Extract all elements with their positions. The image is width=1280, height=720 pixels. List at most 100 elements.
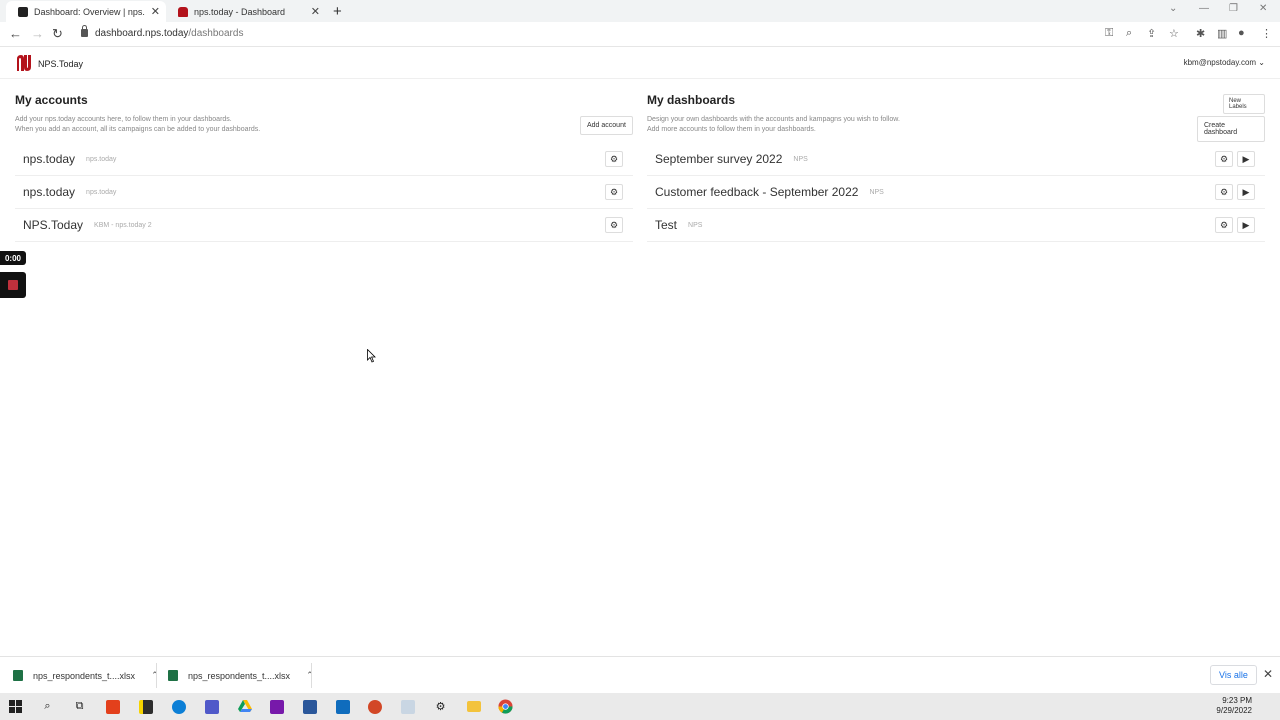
word-icon[interactable] (301, 698, 318, 715)
logo-text[interactable]: NPS.Today (38, 59, 83, 69)
sticky-notes-icon[interactable] (137, 698, 154, 715)
downloads-bar: nps_respondents_t....xlsx ⌃ nps_responde… (0, 656, 1280, 693)
more-menu-icon[interactable]: ⋮ (1261, 27, 1272, 40)
account-settings-gear-icon[interactable]: ⚙ (605, 217, 623, 233)
back-arrow-icon[interactable]: ← (9, 26, 22, 41)
file-explorer-icon[interactable] (465, 698, 482, 715)
accounts-description-line: When you add an account, all its campaig… (15, 126, 261, 133)
download-item[interactable]: nps_respondents_t....xlsx ⌃ (13, 657, 159, 694)
dashboard-name: Test (655, 218, 678, 232)
browser-tab-dashboard[interactable]: nps.today - Dashboard ✕ (166, 1, 326, 22)
dashboard-play-icon[interactable]: ▶ (1237, 217, 1255, 233)
tab-search-chevron-icon[interactable]: ⌄ (1169, 3, 1177, 14)
account-row[interactable]: nps.today nps.today ⚙ (15, 143, 633, 176)
account-sub: nps.today (86, 188, 117, 196)
forward-arrow-icon[interactable]: → (31, 26, 44, 41)
teams-icon[interactable] (203, 698, 220, 715)
accounts-panel: My accounts Add your nps.today accounts … (15, 93, 633, 242)
profile-avatar-icon[interactable]: ● (1238, 27, 1245, 39)
address-bar[interactable]: dashboard.nps.today/dashboards (95, 28, 243, 39)
create-dashboard-button[interactable]: Create dashboard (1197, 116, 1265, 142)
dashboards-description-line: Add more accounts to follow them in your… (647, 126, 816, 133)
settings-gear-icon[interactable]: ⚙ (432, 698, 449, 715)
chevron-up-icon[interactable]: ⌃ (151, 670, 159, 681)
account-row[interactable]: nps.today nps.today ⚙ (15, 176, 633, 209)
download-item[interactable]: nps_respondents_t....xlsx ⌃ (168, 657, 314, 694)
edge-browser-icon[interactable] (170, 698, 187, 715)
system-clock[interactable]: 9:23 PM 9/29/2022 (1216, 696, 1252, 716)
zoom-icon[interactable]: ⌕ (1126, 27, 1132, 40)
download-filename: nps_respondents_t....xlsx (188, 670, 291, 681)
excel-file-icon (13, 670, 23, 681)
account-settings-gear-icon[interactable]: ⚙ (605, 151, 623, 167)
new-tab-plus-icon[interactable]: + (333, 3, 342, 20)
stop-recording-button[interactable] (0, 272, 26, 298)
excel-file-icon (168, 670, 178, 681)
share-icon[interactable]: ⇪ (1147, 27, 1156, 40)
dashboard-settings-gear-icon[interactable]: ⚙ (1215, 217, 1233, 233)
clock-time: 9:23 PM (1222, 696, 1252, 705)
recording-timer: 0:00 (0, 251, 26, 265)
office-icon[interactable] (104, 698, 121, 715)
url-path: /dashboards (188, 28, 244, 39)
google-drive-icon[interactable] (236, 698, 253, 715)
dashboard-play-icon[interactable]: ▶ (1237, 184, 1255, 200)
bookmark-star-icon[interactable]: ☆ (1169, 27, 1179, 40)
divider (156, 663, 157, 688)
nps-logo-icon[interactable] (15, 54, 33, 72)
close-window-icon[interactable]: ✕ (1259, 3, 1267, 14)
dashboard-row[interactable]: Test NPS ⚙ ▶ (647, 209, 1265, 242)
add-account-button[interactable]: Add account (580, 116, 633, 135)
accounts-description: Add your nps.today accounts here, to fol… (15, 115, 435, 135)
task-view-icon[interactable]: ⧉ (71, 698, 88, 715)
windows-start-icon[interactable] (7, 698, 24, 715)
account-settings-gear-icon[interactable]: ⚙ (605, 184, 623, 200)
dashboard-settings-gear-icon[interactable]: ⚙ (1215, 184, 1233, 200)
url-host: dashboard.nps.today (95, 28, 189, 39)
taskbar: ⌕ ⧉ ⚙ 9:23 PM 9/29/2022 (0, 693, 1280, 720)
clock-date: 9/29/2022 (1216, 706, 1252, 715)
side-panel-icon[interactable]: ▥ (1217, 27, 1227, 40)
outlook-icon[interactable] (334, 698, 351, 715)
dashboard-play-icon[interactable]: ▶ (1237, 151, 1255, 167)
account-name: NPS.Today (23, 218, 84, 232)
account-sub: nps.today (86, 155, 117, 163)
dashboard-name: September survey 2022 (655, 152, 783, 166)
chevron-down-icon: ⌄ (1258, 58, 1265, 67)
dashboards-title: My dashboards (647, 93, 736, 107)
download-filename: nps_respondents_t....xlsx (33, 670, 136, 681)
dashboards-description: Design your own dashboards with the acco… (647, 115, 1067, 135)
new-labels-button[interactable]: New Labels (1223, 94, 1265, 114)
account-name: nps.today (23, 152, 76, 166)
account-row[interactable]: NPS.Today KBM - nps.today 2 ⚙ (15, 209, 633, 242)
chevron-up-icon[interactable]: ⌃ (306, 670, 314, 681)
onenote-icon[interactable] (268, 698, 285, 715)
close-downloads-icon[interactable]: ✕ (1263, 667, 1273, 681)
chrome-icon[interactable] (497, 698, 514, 715)
user-menu[interactable]: kbm@npstoday.com ⌄ (1184, 58, 1265, 67)
reload-icon[interactable]: ↻ (52, 26, 63, 42)
app-header: NPS.Today kbm@npstoday.com ⌄ (0, 47, 1280, 79)
close-tab-icon[interactable]: ✕ (311, 5, 320, 18)
password-key-icon[interactable]: ⚿ (1105, 27, 1113, 40)
dashboard-settings-gear-icon[interactable]: ⚙ (1215, 151, 1233, 167)
dashboard-name: Customer feedback - September 2022 (655, 185, 859, 199)
snipping-tool-icon[interactable] (399, 698, 416, 715)
search-icon[interactable]: ⌕ (39, 698, 56, 715)
restore-window-icon[interactable]: ❐ (1229, 3, 1238, 14)
tab-title: Dashboard: Overview | nps.today (34, 6, 145, 17)
accounts-title: My accounts (15, 93, 88, 107)
close-tab-icon[interactable]: ✕ (151, 5, 160, 18)
minimize-window-icon[interactable]: — (1199, 3, 1209, 14)
browser-tab-overview[interactable]: Dashboard: Overview | nps.today ✕ (6, 1, 166, 22)
dashboard-type: NPS (688, 221, 703, 229)
accounts-description-line: Add your nps.today accounts here, to fol… (15, 116, 232, 123)
lock-icon[interactable] (81, 25, 88, 37)
nps-logo-favicon-icon (178, 6, 188, 17)
dashboard-row[interactable]: September survey 2022 NPS ⚙ ▶ (647, 143, 1265, 176)
mouse-cursor-icon (367, 349, 376, 363)
powerpoint-icon[interactable] (366, 698, 383, 715)
extensions-puzzle-icon[interactable]: ✱ (1196, 27, 1205, 40)
show-all-downloads-button[interactable]: Vis alle (1210, 665, 1257, 685)
dashboard-row[interactable]: Customer feedback - September 2022 NPS ⚙… (647, 176, 1265, 209)
